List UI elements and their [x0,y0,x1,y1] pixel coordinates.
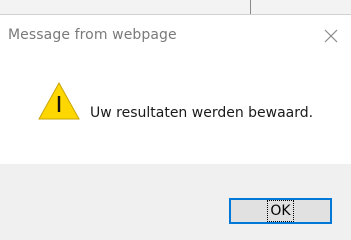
dialog-titlebar: Message from webpage [0,15,351,55]
dialog-content: Uw resultaten werden bewaard. [0,81,351,141]
dialog-message: Uw resultaten werden bewaard. [90,105,314,121]
dialog-title: Message from webpage [8,27,177,43]
close-button[interactable] [311,20,351,52]
warning-icon [38,81,80,120]
close-icon [324,29,338,43]
dialog-footer: OK [0,164,351,240]
ok-button-label: OK [267,200,294,222]
page: Message from webpage Uw resultaten werde… [0,0,351,240]
message-dialog: Message from webpage Uw resultaten werde… [0,14,351,240]
ok-button[interactable]: OK [229,198,332,224]
